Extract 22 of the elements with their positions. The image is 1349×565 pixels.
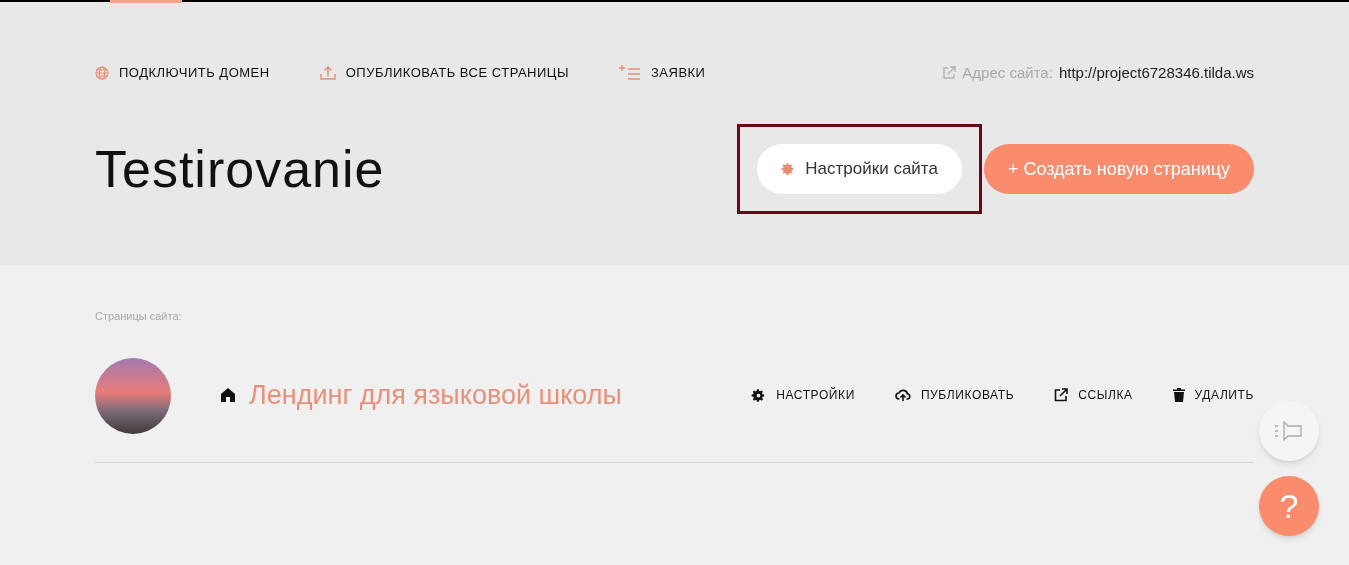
page-action-link[interactable]: ССЫЛКА <box>1054 386 1133 404</box>
cloud-upload-icon <box>894 388 911 402</box>
site-settings-button[interactable]: Настройки сайта <box>757 144 962 194</box>
external-link-icon <box>1054 388 1069 402</box>
page-action-link[interactable]: ПУБЛИКОВАТЬ <box>894 386 1015 404</box>
globe-icon <box>95 65 109 80</box>
gear-icon <box>781 162 796 176</box>
page-action-link[interactable]: НАСТРОЙКИ <box>751 386 855 404</box>
site-address-link[interactable]: http://project6728346.tilda.ws <box>1058 61 1254 85</box>
pages-heading: Страницы сайта: <box>95 309 183 324</box>
external-link-icon <box>942 66 957 80</box>
nav-link[interactable]: ПОДКЛЮЧИТЬ ДОМЕН <box>95 62 270 83</box>
project-title: Testirovanie <box>95 139 385 200</box>
add-list-icon <box>618 64 641 81</box>
trash-icon <box>1172 388 1185 402</box>
nav-link[interactable]: ОПУБЛИКОВАТЬ ВСЕ СТРАНИЦЫ <box>319 62 569 83</box>
site-address-label: Адрес сайта: <box>962 62 1053 83</box>
upload-icon <box>319 65 336 80</box>
gear-icon <box>751 387 767 403</box>
megaphone-icon <box>1274 419 1304 443</box>
page-action-link[interactable]: УДАЛИТЬ <box>1172 386 1254 404</box>
nav-link[interactable]: ЗАЯВКИ <box>618 62 706 83</box>
